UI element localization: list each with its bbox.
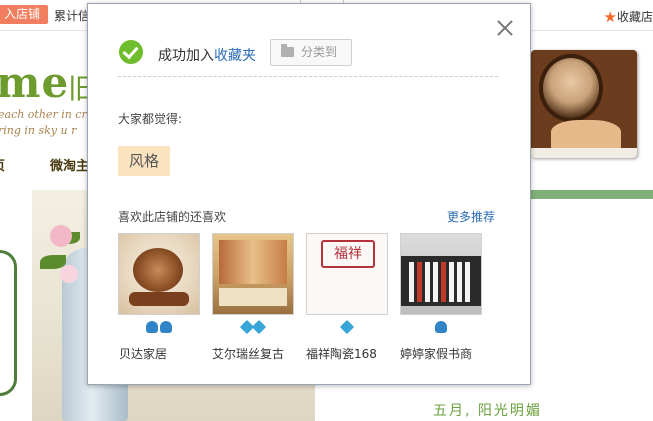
classify-button[interactable]: 分类到 [270,39,352,66]
shop-thumbnail[interactable] [118,233,200,315]
shop-rank-badge [306,319,388,339]
diamond-icon [339,319,355,335]
style-tag[interactable]: 风格 [118,146,170,176]
book-image [441,262,446,302]
star-icon: ★ [603,8,617,26]
banner-slogan-line-2: ring in sky u r [0,124,77,137]
flower-decoration [50,225,72,247]
success-message: 成功加入收藏夹 [158,45,256,65]
stand-image [129,292,189,306]
more-recommend-link[interactable]: 更多推荐 [447,208,495,225]
shop-tagline: 五月, 阳光明媚 [433,403,542,419]
poster-caption-strip [219,288,287,306]
shop-logo-seal: 福祥 [321,240,375,268]
decorative-scroll [0,250,17,396]
flower-decoration [60,265,78,283]
also-like-heading: 喜欢此店铺的还喜欢 [118,210,227,224]
book-image [457,262,462,302]
recommended-shop-card[interactable]: 福祥 福祥陶瓷168 [306,233,388,362]
book-image [449,262,454,302]
favorite-success-dialog: 成功加入收藏夹 分类到 大家都觉得: 风格 喜欢此店铺的还喜欢 更多推荐 贝达家… [87,3,531,385]
recommended-shop-card[interactable]: 艾尔瑞丝复古 [212,233,294,362]
vintage-photo [531,50,637,158]
figurine-image [551,120,621,150]
crown-icon [435,321,447,333]
favorite-shop-button[interactable]: ★收藏店 [603,7,653,26]
favorites-link[interactable]: 收藏夹 [214,48,256,64]
shop-rank-badge [212,319,294,339]
shop-thumbnail[interactable] [400,233,482,315]
recommended-shop-card[interactable]: 贝达家居 [118,233,200,362]
success-text: 成功加入 [158,48,214,64]
shop-logo: me [0,58,70,107]
shop-rank-badge [400,321,482,339]
crown-icon [146,321,158,333]
shop-rank-badge [118,321,200,339]
check-icon [119,40,143,64]
diamond-icon [251,319,267,335]
book-image [425,262,430,302]
book-image [417,262,422,302]
recommended-shop-card[interactable]: 婷婷家假书商 [400,233,482,362]
cumulative-credit-text: 累计信 [54,9,91,23]
shop-nav-item-weitao[interactable]: 微淘主 [50,155,89,174]
book-image [409,262,414,302]
favorite-shop-label: 收藏店 [616,10,653,24]
folder-icon [281,44,294,57]
shop-thumbnail[interactable] [212,233,294,315]
portrait-image [539,54,603,122]
shop-name[interactable]: 福祥陶瓷168 [306,345,388,362]
green-band [530,190,653,199]
crown-icon [160,321,172,333]
book-image [433,262,438,302]
poster-image [219,240,287,284]
medallion-image [133,248,183,292]
shop-name[interactable]: 贝达家居 [118,345,200,362]
shop-nav-item-home[interactable]: 页 [0,155,5,174]
divider [118,76,498,77]
book-image [465,262,470,302]
shop-thumbnail[interactable]: 福祥 [306,233,388,315]
shop-name[interactable]: 婷婷家假书商 [400,345,482,362]
enter-shop-button[interactable]: 入店铺 [0,5,49,24]
everyone-thinks-heading: 大家都觉得: [118,112,183,126]
close-icon[interactable] [494,17,516,39]
classify-button-label: 分类到 [301,45,338,59]
shop-name[interactable]: 艾尔瑞丝复古 [212,345,294,362]
shelf-image [531,148,637,158]
